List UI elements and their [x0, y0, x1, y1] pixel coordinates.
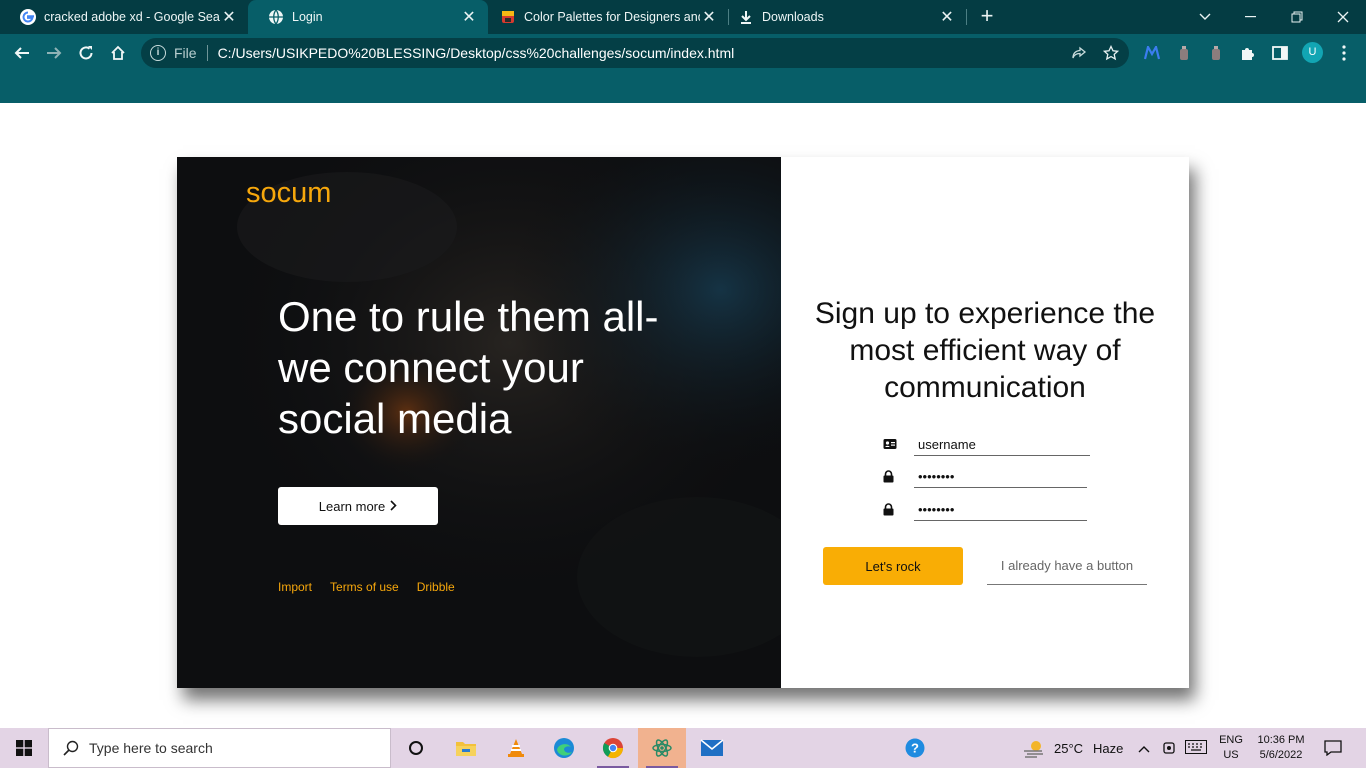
username-input[interactable]: username: [914, 434, 1090, 456]
footer-link-import[interactable]: Import: [278, 580, 312, 594]
tab-title: Downloads: [762, 10, 824, 24]
tab-separator: [966, 9, 967, 25]
lets-rock-button[interactable]: Let's rock: [823, 547, 963, 585]
weather-haze-icon[interactable]: [1022, 738, 1046, 763]
signup-line: communication: [884, 371, 1086, 404]
forward-button[interactable]: [41, 40, 67, 66]
help-icon[interactable]: ?: [891, 728, 939, 768]
profile-avatar[interactable]: U: [1302, 42, 1323, 63]
hero-line: we connect your: [278, 344, 584, 391]
signup-heading: Sign up to experience the most efficient…: [781, 295, 1189, 406]
keyboard-icon[interactable]: [1185, 740, 1207, 759]
brand-logo[interactable]: socum: [246, 177, 331, 210]
windows-taskbar: Type here to search ? 25°C Haze ENG US 1: [0, 728, 1366, 768]
tab-downloads[interactable]: Downloads ✕: [718, 0, 966, 34]
google-icon: [20, 9, 36, 25]
side-panel-icon[interactable]: [1270, 43, 1290, 63]
svg-text:?: ?: [911, 741, 919, 756]
close-tab-icon[interactable]: ✕: [938, 8, 956, 26]
atom-editor-icon[interactable]: [638, 728, 686, 768]
footer-links: Import Terms of use Dribble: [278, 580, 455, 594]
region-code: US: [1223, 749, 1239, 761]
tab-title: Color Palettes for Designers and Artists: [524, 10, 700, 24]
search-icon: [63, 740, 79, 756]
palette-icon: [500, 9, 516, 25]
clock[interactable]: 10:36 PM 5/6/2022: [1252, 733, 1310, 763]
extension-bottle-icon[interactable]: [1206, 43, 1226, 63]
restore-button[interactable]: [1274, 0, 1320, 34]
footer-link-dribble[interactable]: Dribble: [417, 580, 455, 594]
new-tab-button[interactable]: +: [976, 5, 998, 28]
id-card-icon: [883, 437, 897, 451]
extensions-puzzle-icon[interactable]: [1238, 43, 1258, 63]
browser-toolbar: i File C:/Users/USIKPEDO%20BLESSING/Desk…: [0, 34, 1366, 103]
clock-time: 10:36 PM: [1257, 734, 1305, 746]
password-input[interactable]: ••••••••: [914, 466, 1087, 488]
hero-line: One to rule them all-: [278, 293, 659, 340]
globe-icon: [268, 9, 284, 25]
tab-strip: cracked adobe xd - Google Search ✕ Login…: [0, 0, 1366, 34]
chrome-icon[interactable]: [589, 728, 637, 768]
notification-icon[interactable]: [1324, 740, 1342, 761]
hero-line: social media: [278, 395, 512, 442]
tab-search-icon[interactable]: [1182, 0, 1228, 34]
site-info-icon[interactable]: i: [150, 45, 166, 61]
search-placeholder: Type here to search: [89, 740, 213, 756]
menu-kebab-icon[interactable]: [1334, 43, 1354, 63]
tab-color-palettes[interactable]: Color Palettes for Designers and Artists…: [480, 0, 728, 34]
language-code: ENG: [1219, 734, 1243, 746]
close-tab-icon[interactable]: ✕: [460, 8, 478, 26]
lock-icon: [883, 470, 897, 484]
signup-line: Sign up to experience the: [814, 297, 1156, 330]
weather-temp[interactable]: 25°C: [1054, 741, 1083, 756]
footer-link-terms[interactable]: Terms of use: [330, 580, 399, 594]
close-tab-icon[interactable]: ✕: [220, 8, 238, 26]
chevron-up-icon[interactable]: [1138, 741, 1150, 759]
windows-start-icon[interactable]: [0, 728, 48, 768]
language-indicator[interactable]: ENG US: [1216, 733, 1246, 763]
minimize-button[interactable]: [1228, 0, 1274, 34]
taskbar-search-box[interactable]: Type here to search: [48, 728, 391, 768]
login-card: socum One to rule them all- we connect y…: [177, 157, 1189, 688]
meet-now-icon[interactable]: [1162, 740, 1176, 761]
weather-text[interactable]: Haze: [1093, 741, 1123, 756]
download-icon: [738, 9, 754, 25]
close-tab-icon[interactable]: ✕: [700, 8, 718, 26]
extension-bottle-icon[interactable]: [1174, 43, 1194, 63]
signup-line: most efficient way of: [849, 334, 1121, 367]
close-window-button[interactable]: [1320, 0, 1366, 34]
url-divider: [206, 45, 208, 61]
confirm-password-input[interactable]: ••••••••: [914, 499, 1087, 521]
already-have-button[interactable]: I already have a button: [987, 547, 1147, 585]
learn-more-label: Learn more: [318, 498, 386, 514]
mail-icon[interactable]: [688, 728, 736, 768]
lock-icon: [883, 503, 897, 517]
reload-button[interactable]: [73, 40, 99, 66]
clock-date: 5/6/2022: [1259, 749, 1303, 761]
share-icon[interactable]: [1070, 44, 1088, 62]
cortana-icon[interactable]: [392, 728, 440, 768]
address-bar[interactable]: i File C:/Users/USIKPEDO%20BLESSING/Desk…: [141, 38, 1129, 68]
edge-icon[interactable]: [540, 728, 588, 768]
hero-panel: socum One to rule them all- we connect y…: [177, 157, 781, 688]
url-text[interactable]: C:/Users/USIKPEDO%20BLESSING/Desktop/css…: [218, 45, 735, 61]
hero-heading: One to rule them all- we connect your so…: [278, 291, 738, 444]
signup-panel: Sign up to experience the most efficient…: [781, 157, 1189, 688]
url-scheme: File: [174, 45, 197, 61]
tab-google-search[interactable]: cracked adobe xd - Google Search ✕: [0, 0, 248, 34]
chevron-right-icon: [390, 498, 397, 514]
home-button[interactable]: [105, 40, 131, 66]
learn-more-button[interactable]: Learn more: [278, 487, 438, 525]
back-button[interactable]: [9, 40, 35, 66]
vlc-icon[interactable]: [492, 728, 540, 768]
tab-title: Login: [292, 10, 323, 24]
tab-title: cracked adobe xd - Google Search: [44, 10, 220, 24]
tab-login[interactable]: Login ✕: [248, 0, 488, 34]
bookmark-star-icon[interactable]: [1102, 44, 1120, 62]
extension-m-icon[interactable]: [1142, 43, 1162, 63]
file-explorer-icon[interactable]: [442, 728, 490, 768]
